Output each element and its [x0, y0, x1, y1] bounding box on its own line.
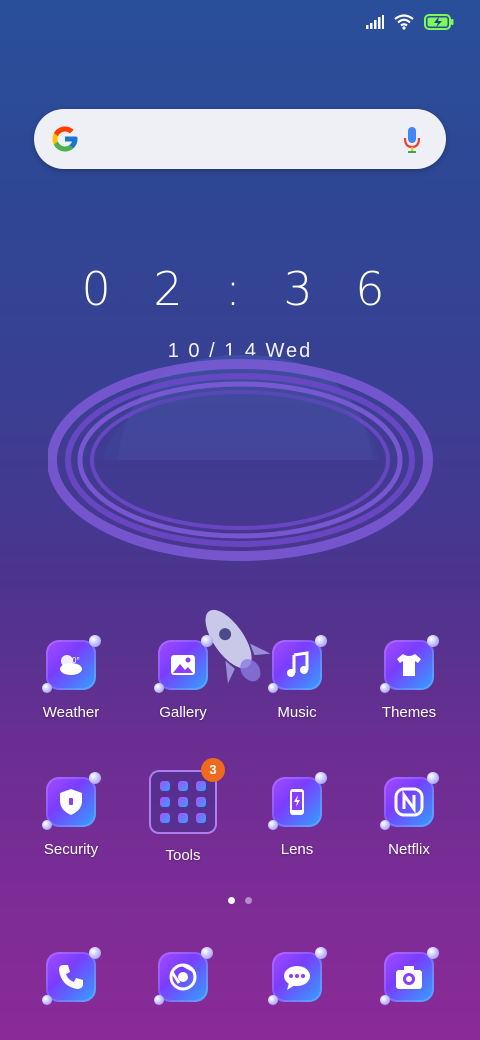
folder-icon: 3: [149, 758, 225, 834]
signal-icon: [366, 15, 384, 29]
mic-icon[interactable]: [402, 125, 422, 155]
app-netflix[interactable]: Netflix: [354, 772, 464, 858]
weather-temp-text: 0°: [72, 656, 80, 665]
themes-icon: [380, 635, 439, 693]
netflix-n-icon: [380, 772, 439, 830]
gallery-icon: [154, 635, 213, 693]
messages-icon: [268, 947, 327, 1005]
app-security[interactable]: Security: [16, 772, 126, 858]
phone-icon: [42, 947, 101, 1005]
app-lens[interactable]: Lens: [242, 772, 352, 858]
dock-messages[interactable]: [242, 947, 352, 1005]
search-bar[interactable]: [34, 109, 446, 169]
app-label: Netflix: [388, 841, 430, 858]
page-indicator: [0, 897, 480, 904]
app-label: Weather: [42, 704, 100, 721]
app-label: Music: [277, 704, 317, 721]
notification-badge: 3: [201, 758, 225, 782]
app-label: Tools: [165, 847, 201, 864]
app-gallery[interactable]: Gallery: [128, 635, 238, 721]
planet-wallpaper-graphic: [48, 355, 433, 561]
music-icon: [268, 635, 327, 693]
battery-charging-icon: [424, 14, 454, 30]
dock-camera[interactable]: [354, 947, 464, 1005]
app-folder-tools[interactable]: 3 Tools: [128, 758, 238, 864]
app-label: Security: [43, 841, 99, 858]
security-shield-icon: [42, 772, 101, 830]
page-dot-2[interactable]: [245, 897, 252, 904]
status-bar: [366, 10, 454, 34]
app-label: Gallery: [159, 704, 207, 721]
app-label: Themes: [381, 704, 437, 721]
weather-icon: 0°: [42, 635, 101, 693]
lens-phone-icon: [268, 772, 327, 830]
dock-phone[interactable]: [16, 947, 126, 1005]
app-weather[interactable]: 0° Weather: [16, 635, 126, 721]
page-dot-1[interactable]: [228, 897, 235, 904]
dock-browser[interactable]: [128, 947, 238, 1005]
app-label: Lens: [280, 841, 314, 858]
google-g-icon: [52, 126, 78, 152]
app-music[interactable]: Music: [242, 635, 352, 721]
app-themes[interactable]: Themes: [354, 635, 464, 721]
camera-icon: [380, 947, 439, 1005]
clock-time[interactable]: 0 2 : 3 6: [0, 262, 480, 316]
wifi-icon: [394, 14, 414, 30]
browser-icon: [154, 947, 213, 1005]
